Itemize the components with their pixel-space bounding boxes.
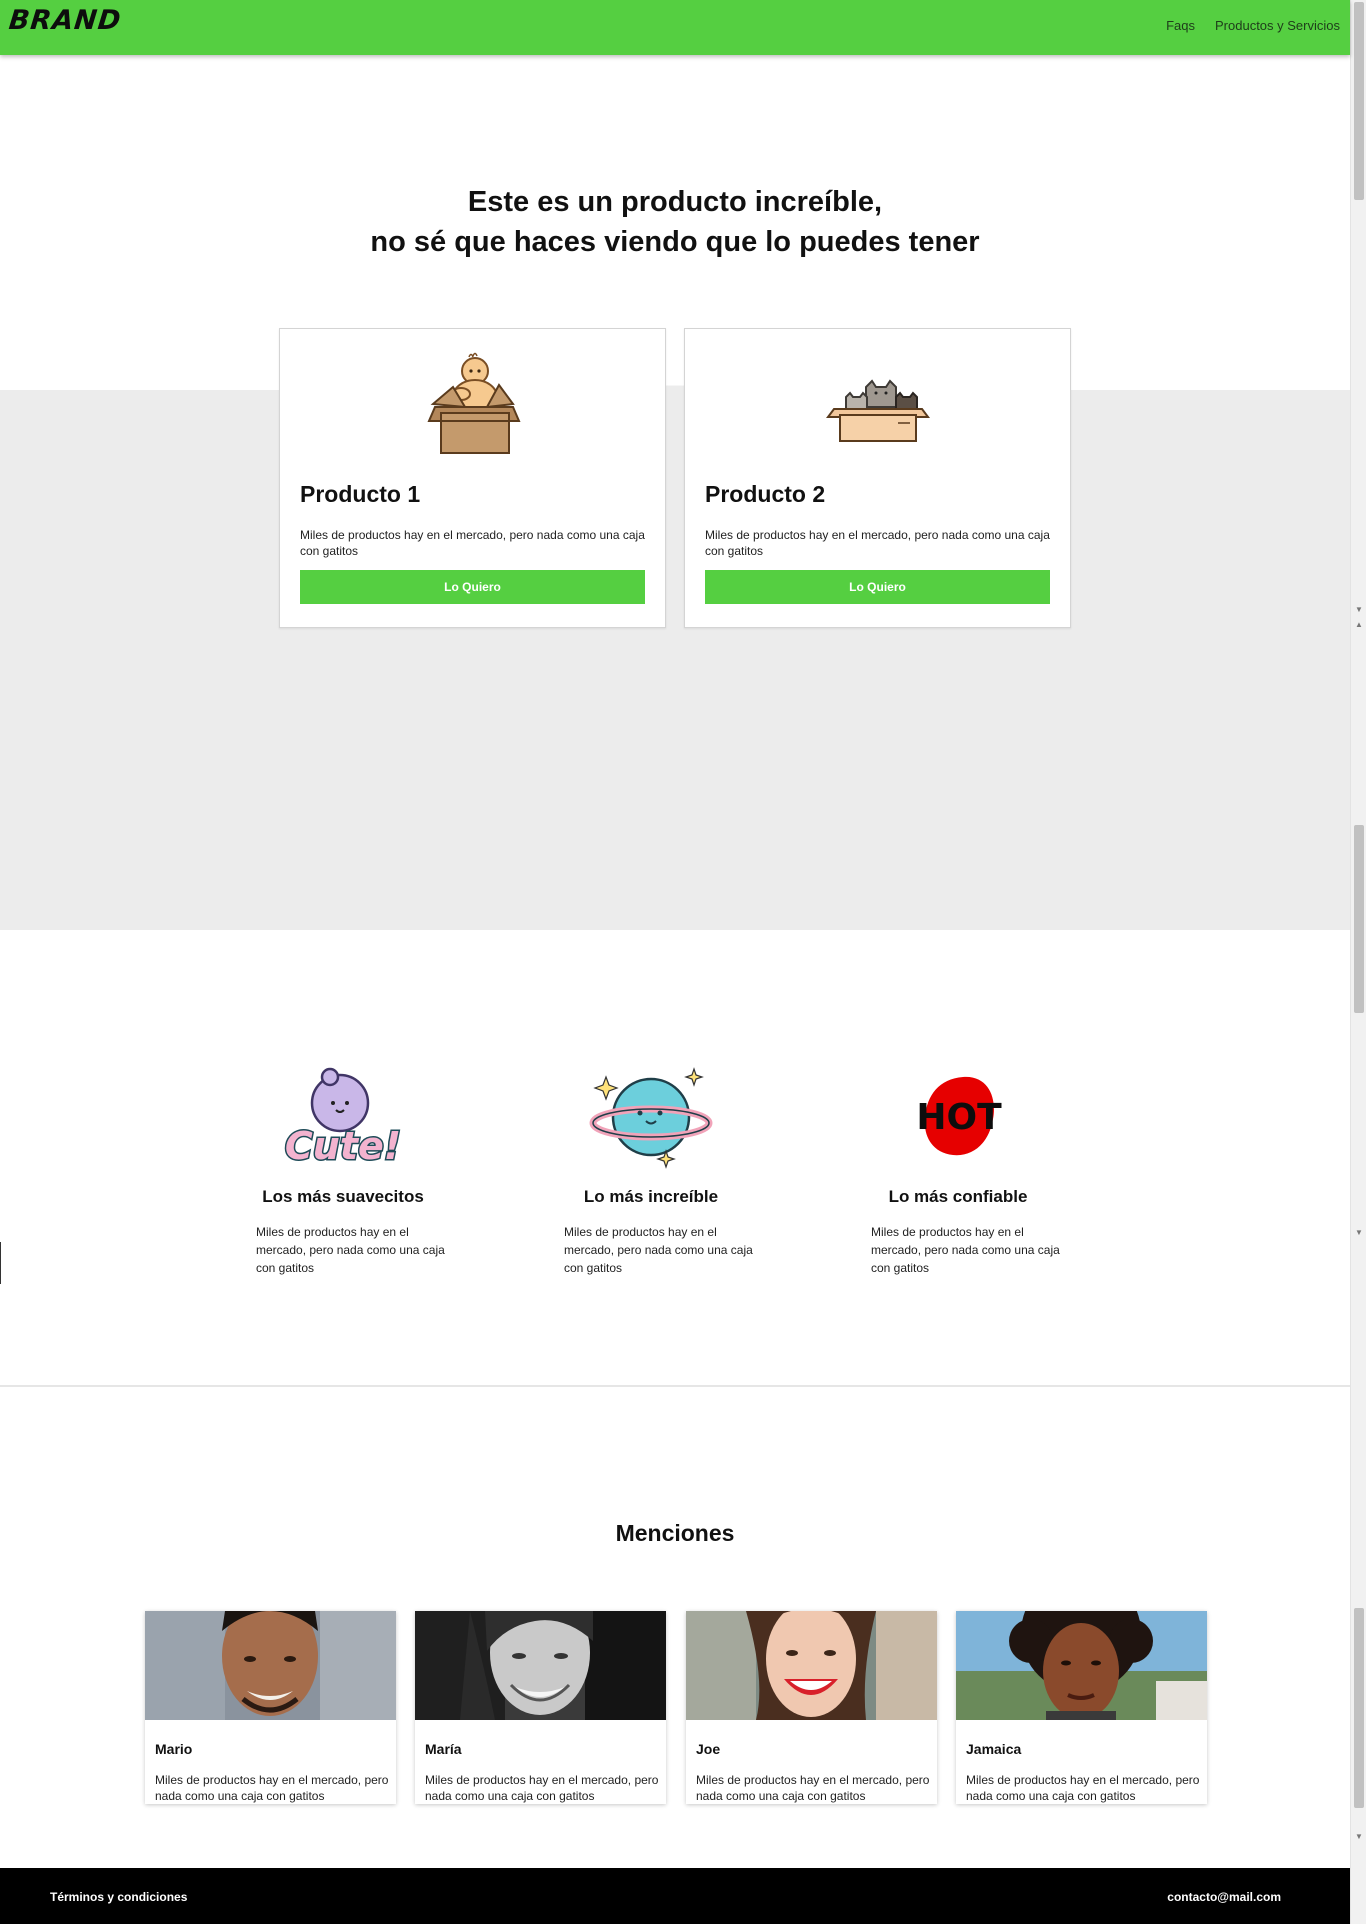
person-name: Joe (696, 1741, 721, 1757)
section-divider (0, 1385, 1350, 1387)
person-description: Miles de productos hay en el mercado, pe… (155, 1773, 389, 1803)
hero-title-line2: no sé que haces viendo que lo puedes ten… (370, 226, 980, 258)
feature-title: Lo más increíble (583, 1187, 719, 1206)
person-name: Mario (155, 1741, 193, 1757)
person-photo (686, 1611, 937, 1720)
nav-link-faqs[interactable]: Faqs (1166, 18, 1195, 33)
product-name: Producto 1 (300, 481, 421, 507)
product-description: Miles de productos hay en el mercado, pe… (300, 528, 645, 558)
hero-title: Este es un producto increíble, no sé que… (0, 182, 1350, 262)
person-photo (415, 1611, 666, 1720)
mention-card: Mario Miles de productos hay en el merca… (145, 1611, 396, 1804)
planet-icon (541, 1065, 761, 1170)
product-name: Producto 2 (705, 481, 826, 507)
person-name: María (425, 1741, 462, 1757)
lo-quiero-button[interactable]: Lo Quiero (300, 570, 645, 604)
mention-card: María Miles de productos hay en el merca… (415, 1611, 666, 1804)
scroll-down-arrow-icon[interactable]: ▼ (1354, 1228, 1364, 1238)
hero-title-line1: Este es un producto increíble, (467, 186, 883, 218)
nav-link-productos-servicios[interactable]: Productos y Servicios (1215, 18, 1340, 33)
feature-description: Miles de productos hay en el mercado, pe… (256, 1225, 445, 1275)
feature-description: Miles de productos hay en el mercado, pe… (871, 1225, 1060, 1275)
text-cursor (0, 1242, 1, 1284)
footer: Términos y condiciones contacto@mail.com (0, 1868, 1350, 1924)
product-description: Miles de productos hay en el mercado, pe… (705, 528, 1050, 558)
menciones-title: Menciones (615, 1520, 735, 1546)
hero-grey-background (0, 390, 1350, 930)
scroll-up-arrow-icon[interactable]: ▲ (1354, 620, 1364, 630)
product-card: Producto 2 Miles de productos hay en el … (684, 328, 1071, 628)
hot-sticker-text: HOT (916, 1097, 1002, 1138)
scrollbar-thumb[interactable] (1354, 2, 1364, 200)
feature-description: Miles de productos hay en el mercado, pe… (564, 1225, 753, 1275)
person-name: Jamaica (966, 1741, 1022, 1757)
person-description: Miles de productos hay en el mercado, pe… (966, 1773, 1200, 1803)
person-photo (145, 1611, 396, 1720)
hero-curve (0, 385, 1350, 420)
hot-sticker-icon: HOT (848, 1065, 1068, 1170)
product-card: Producto 1 Miles de productos hay en el … (279, 328, 666, 628)
scrollbar-thumb[interactable] (1354, 1608, 1364, 1808)
baby-in-box-icon (280, 349, 665, 459)
feature-title: Los más suavecitos (262, 1187, 424, 1206)
feature-title: Lo más confiable (888, 1187, 1028, 1206)
terms-link[interactable]: Términos y condiciones (50, 1890, 187, 1904)
scrollbar-thumb[interactable] (1354, 825, 1364, 1013)
navbar: BRAND Faqs Productos y Servicios (0, 0, 1350, 55)
person-photo (956, 1611, 1207, 1720)
mention-card: Jamaica Miles de productos hay en el mer… (956, 1611, 1207, 1804)
lo-quiero-button[interactable]: Lo Quiero (705, 570, 1050, 604)
mention-card: Joe Miles de productos hay en el mercado… (686, 1611, 937, 1804)
cute-sticker-text: Cute! (285, 1124, 401, 1168)
contact-email-link[interactable]: contacto@mail.com (1167, 1890, 1281, 1904)
cute-sticker-icon: Cute! (233, 1065, 453, 1170)
person-description: Miles de productos hay en el mercado, pe… (425, 1773, 659, 1803)
scroll-down-arrow-icon[interactable]: ▼ (1354, 1832, 1364, 1842)
cats-in-box-icon (685, 349, 1070, 459)
scroll-down-arrow-icon[interactable]: ▼ (1354, 605, 1364, 615)
person-description: Miles de productos hay en el mercado, pe… (696, 1773, 930, 1803)
page-scrollbar[interactable]: ▼ ▲ ▼ ▼ (1350, 0, 1366, 1924)
brand-logo[interactable]: BRAND (7, 5, 123, 36)
nav-links: Faqs Productos y Servicios (1166, 18, 1340, 33)
